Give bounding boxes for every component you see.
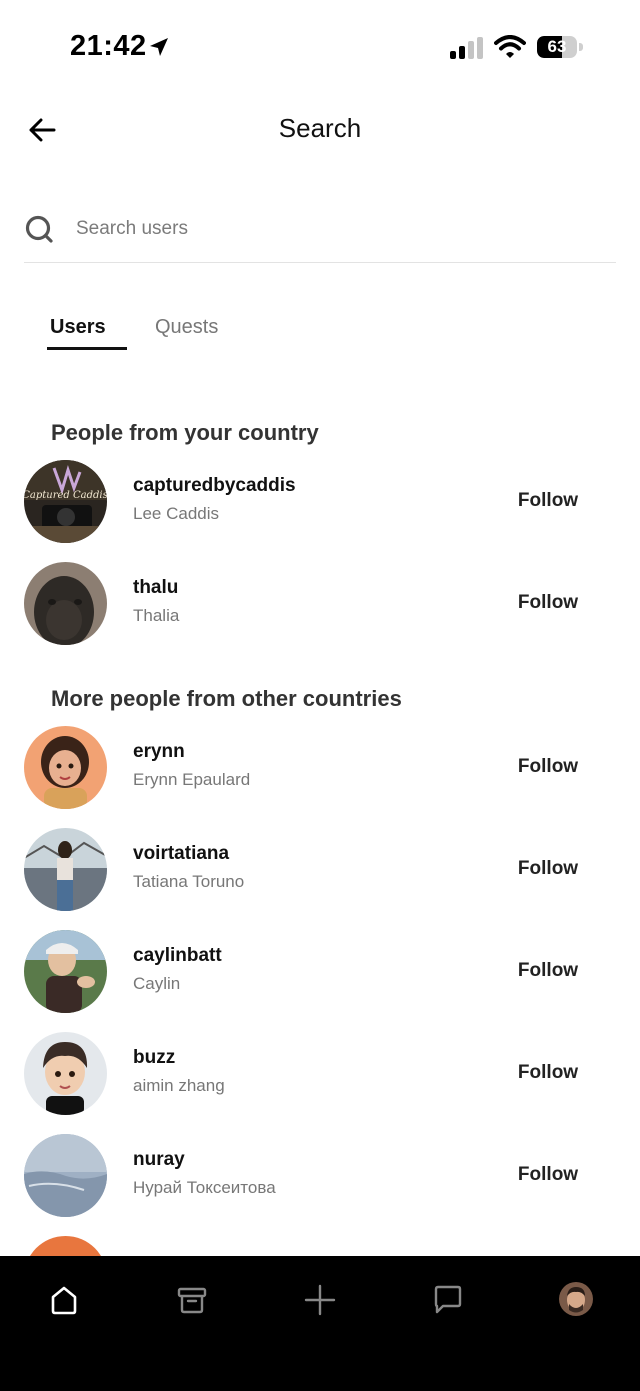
cellular-signal-icon xyxy=(450,37,483,59)
archive-icon xyxy=(177,1287,207,1314)
search-bar xyxy=(24,205,616,263)
nav-messages[interactable] xyxy=(426,1278,470,1322)
battery-level: 63 xyxy=(547,37,567,56)
user-fullname: Thalia xyxy=(133,606,180,625)
home-icon xyxy=(51,1286,77,1315)
page-title: Search xyxy=(278,113,362,143)
user-row[interactable]: erynn Erynn Epaulard Follow xyxy=(0,726,640,810)
follow-button[interactable]: Follow xyxy=(500,486,596,516)
follow-button[interactable]: Follow xyxy=(500,1058,596,1088)
user-fullname: Lee Caddis xyxy=(133,504,220,523)
avatar[interactable]: Captured Caddis xyxy=(24,460,107,543)
active-tab-indicator xyxy=(47,347,127,350)
avatar[interactable] xyxy=(24,1134,107,1217)
wifi-icon xyxy=(494,35,526,58)
user-row[interactable]: voirtatiana Tatiana Toruno Follow xyxy=(0,828,640,912)
nav-profile-avatar[interactable] xyxy=(559,1282,593,1316)
section-title-country: People from your country xyxy=(51,420,319,445)
follow-button[interactable]: Follow xyxy=(500,854,596,884)
user-fullname: Нурай Токсеитова xyxy=(133,1178,276,1197)
username: thalu xyxy=(133,577,179,598)
search-icon xyxy=(25,215,53,243)
status-time: 21:42 xyxy=(70,30,147,62)
nav-archive[interactable] xyxy=(170,1278,214,1322)
follow-button[interactable]: Follow xyxy=(500,1160,596,1190)
chat-icon xyxy=(434,1285,462,1314)
username: erynn xyxy=(133,741,185,762)
username: buzz xyxy=(133,1047,176,1068)
user-row[interactable]: Captured Caddis capturedbycaddis Lee Cad… xyxy=(0,460,640,544)
battery-indicator: 63 xyxy=(537,36,577,58)
user-row[interactable]: thalu Thalia Follow xyxy=(0,562,640,646)
user-fullname: Erynn Epaulard xyxy=(133,770,251,789)
bottom-navigation xyxy=(0,1256,640,1391)
user-fullname: aimin zhang xyxy=(133,1076,225,1095)
plus-icon xyxy=(304,1284,336,1316)
section-title-other: More people from other countries xyxy=(51,686,402,711)
avatar[interactable] xyxy=(24,930,107,1013)
search-input[interactable] xyxy=(76,211,596,247)
nav-home[interactable] xyxy=(42,1278,86,1322)
username: caylinbatt xyxy=(133,945,222,966)
tab-quests[interactable]: Quests xyxy=(155,316,218,339)
user-fullname: Caylin xyxy=(133,974,181,993)
avatar[interactable] xyxy=(24,726,107,809)
follow-button[interactable]: Follow xyxy=(500,588,596,618)
follow-button[interactable]: Follow xyxy=(500,752,596,782)
status-bar: 21:42 63 xyxy=(0,0,640,90)
user-row[interactable]: caylinbatt Caylin Follow xyxy=(0,930,640,1014)
user-row[interactable]: buzz aimin zhang Follow xyxy=(0,1032,640,1116)
follow-button[interactable]: Follow xyxy=(500,956,596,986)
avatar[interactable] xyxy=(24,828,107,911)
user-row[interactable]: nuray Нурай Токсеитова Follow xyxy=(0,1134,640,1218)
avatar[interactable] xyxy=(24,1032,107,1115)
avatar[interactable] xyxy=(24,562,107,645)
avatar-partial xyxy=(24,1236,107,1256)
nav-create[interactable] xyxy=(298,1278,342,1322)
battery-cap xyxy=(579,43,583,51)
username: voirtatiana xyxy=(133,843,230,864)
svg-text:Captured Caddis: Captured Caddis xyxy=(24,490,107,501)
user-fullname: Tatiana Toruno xyxy=(133,872,245,891)
username: nuray xyxy=(133,1149,185,1170)
username: capturedbycaddis xyxy=(133,475,296,496)
location-arrow-icon xyxy=(150,38,168,56)
tab-users[interactable]: Users xyxy=(48,316,129,339)
